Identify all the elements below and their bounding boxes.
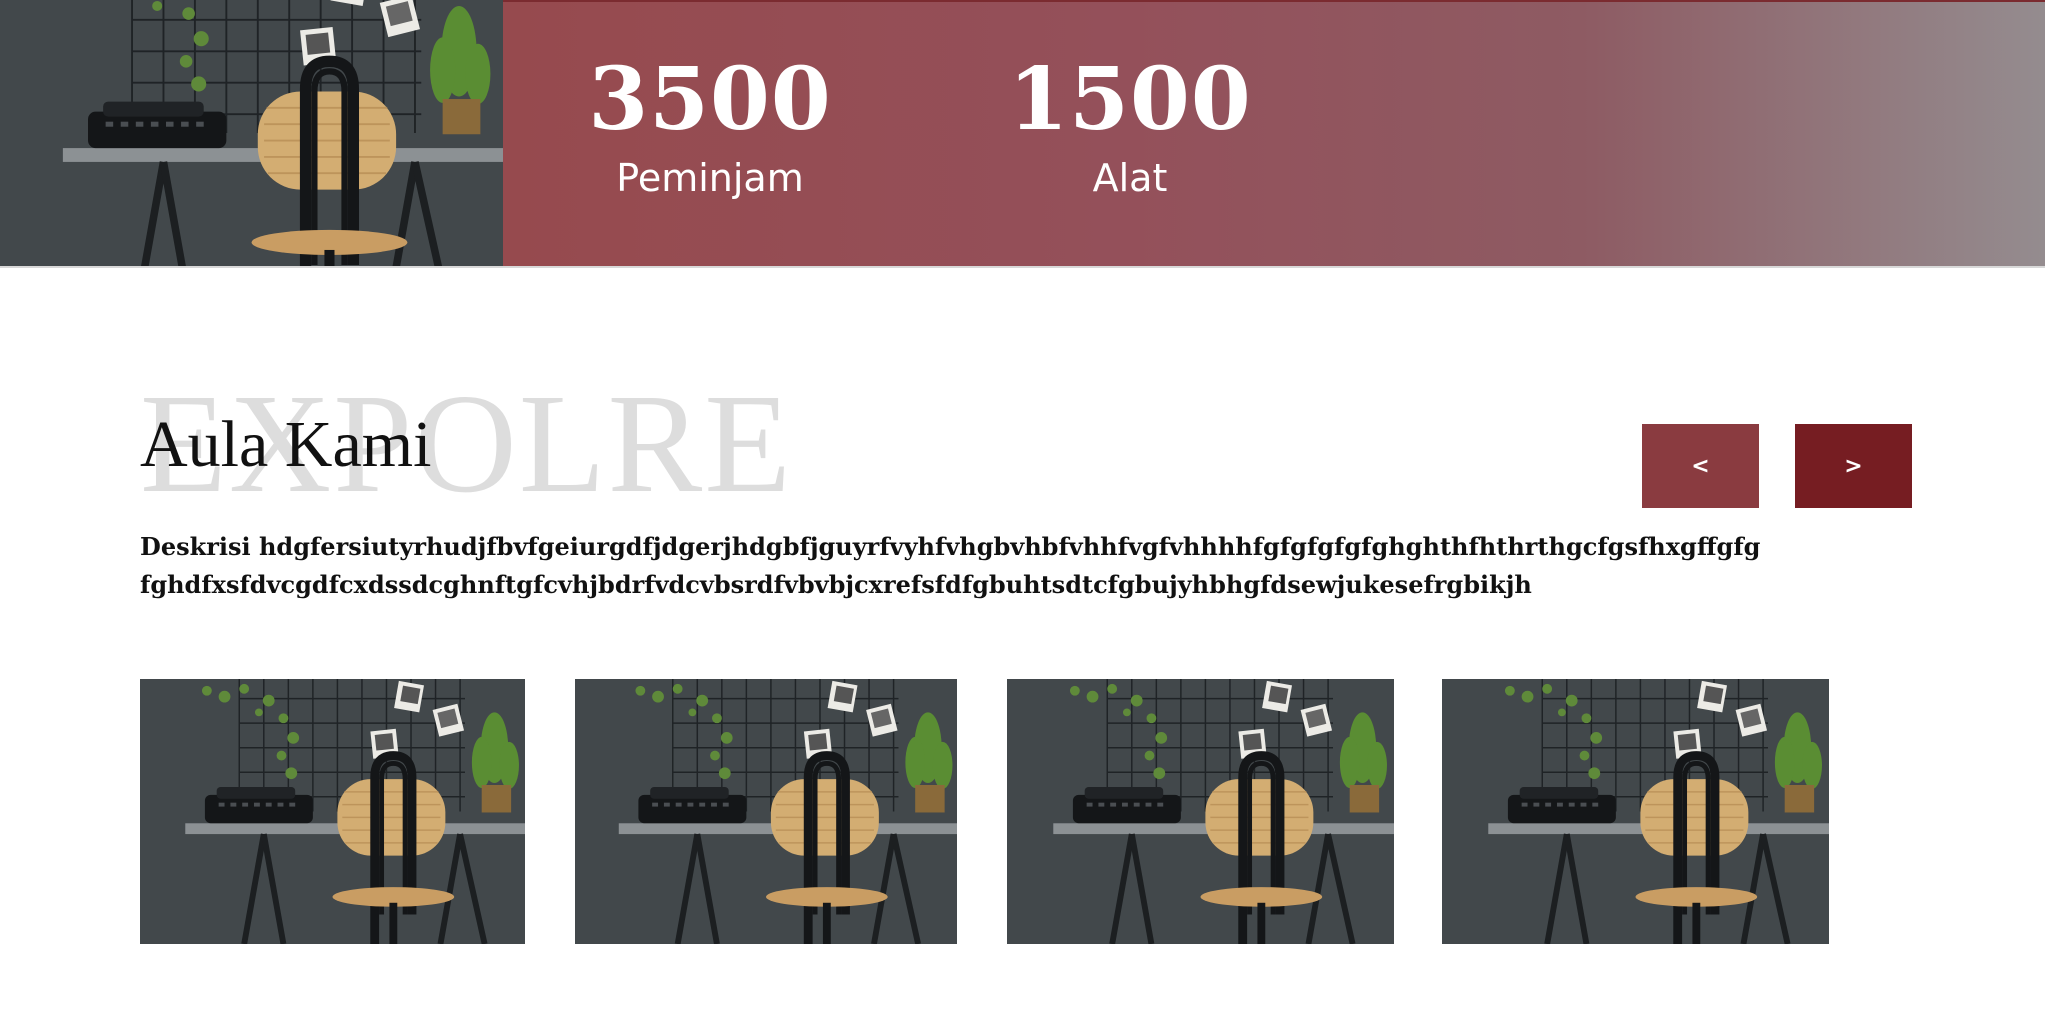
stat-borrowers: 3500 Peminjam (582, 50, 838, 204)
description-line: fghdfxsfdvcgdfcxdssdcghnftgfcvhjbdrfvdcv… (140, 570, 1532, 599)
gallery-image[interactable] (575, 679, 957, 944)
section-description: Deskrisi hdgfersiutyrhudjfbvfgeiurgdfjdg… (140, 528, 1940, 604)
stat-number: 1500 (1008, 49, 1252, 150)
stat-label: Peminjam (616, 156, 804, 200)
divider (0, 266, 2045, 268)
prev-button[interactable]: < (1642, 424, 1759, 508)
hero-photo (0, 0, 503, 266)
stat-tools: 1500 Alat (1004, 50, 1256, 204)
section-title: Aula Kami (140, 408, 432, 481)
gallery-image[interactable] (1442, 679, 1829, 944)
gallery-image[interactable] (1007, 679, 1394, 944)
description-line: Deskrisi hdgfersiutyrhudjfbvfgeiurgdfjdg… (140, 532, 1761, 561)
next-button[interactable]: > (1795, 424, 1912, 508)
stats-hero: 3500 Peminjam 1500 Alat (0, 0, 2045, 268)
stat-label: Alat (1092, 156, 1168, 200)
stat-number: 3500 (588, 49, 832, 150)
gallery-image[interactable] (140, 679, 525, 944)
